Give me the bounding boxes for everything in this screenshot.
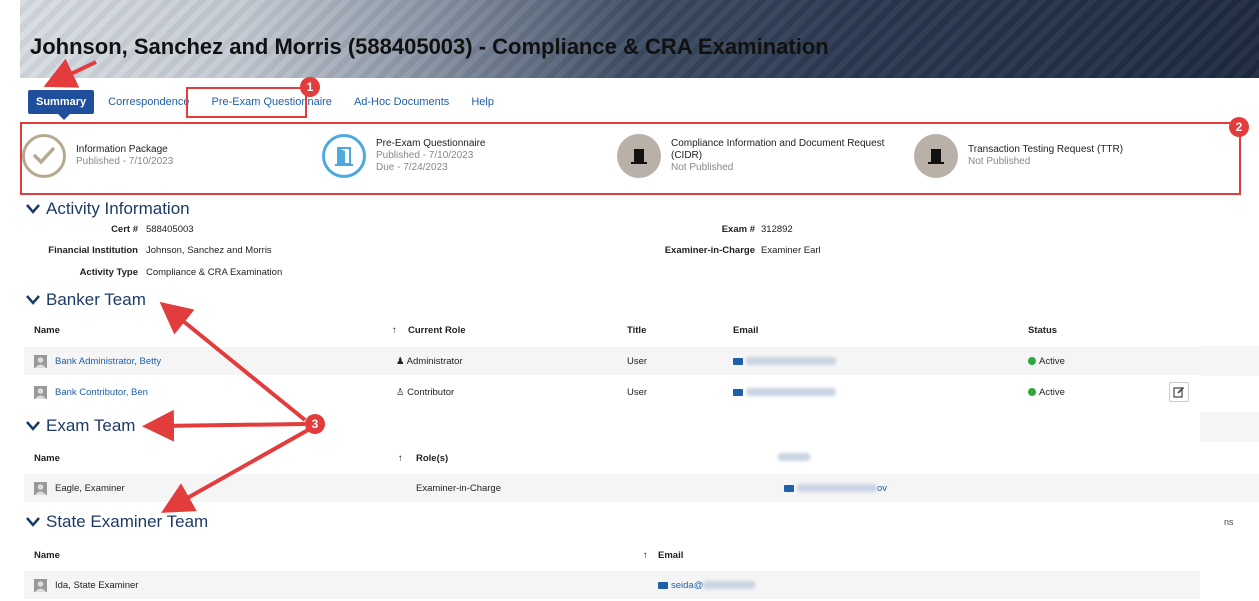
member-name: Ida, State Examiner bbox=[55, 580, 139, 591]
sort-asc-icon[interactable]: ↑ bbox=[392, 325, 397, 336]
section-title: Banker Team bbox=[46, 290, 146, 309]
status-badge: Active bbox=[1028, 356, 1065, 367]
activity-info-heading[interactable]: Activity Information bbox=[26, 199, 190, 219]
redacted-email bbox=[703, 581, 756, 590]
redacted-email bbox=[797, 484, 877, 493]
title-cell: User bbox=[627, 356, 648, 367]
envelope-icon bbox=[784, 484, 794, 492]
banker-team-heading[interactable]: Banker Team bbox=[26, 290, 146, 310]
arrow-to-exam-team bbox=[142, 409, 306, 442]
envelope-icon bbox=[733, 357, 743, 365]
active-dot-icon bbox=[1028, 388, 1036, 397]
column-header-title[interactable]: Title bbox=[627, 325, 646, 336]
column-header-status[interactable]: Status bbox=[1028, 325, 1057, 336]
table-row: Bank Administrator, Betty ♟ Administrato… bbox=[24, 347, 1200, 375]
role-cell: ♙ Contributor bbox=[396, 387, 454, 398]
status-badge: Active bbox=[1028, 387, 1065, 398]
active-dot-icon bbox=[1028, 357, 1036, 366]
sort-asc-icon[interactable]: ↑ bbox=[643, 550, 648, 561]
sort-asc-icon[interactable]: ↑ bbox=[398, 453, 403, 464]
column-header-name[interactable]: Name bbox=[34, 325, 60, 336]
clipped-row-background bbox=[1200, 346, 1259, 376]
tab-ad-hoc-documents[interactable]: Ad-Hoc Documents bbox=[346, 90, 457, 114]
table-row: Eagle, Examiner Examiner-in-Charge ov bbox=[24, 474, 1200, 502]
cert-value: 588405003 bbox=[146, 224, 194, 235]
envelope-icon bbox=[733, 388, 743, 396]
annotation-box-steps bbox=[20, 122, 1241, 195]
email-tail: ov bbox=[877, 483, 888, 494]
avatar-icon bbox=[34, 386, 47, 399]
edit-icon bbox=[1173, 386, 1185, 398]
role-cell: ♟ Administrator bbox=[396, 356, 463, 367]
member-name: Eagle, Examiner bbox=[55, 483, 125, 494]
redacted-header bbox=[778, 453, 810, 461]
table-row: Bank Contributor, Ben ♙ Contributor User… bbox=[24, 378, 1200, 406]
user-outline-icon: ♙ bbox=[396, 387, 405, 398]
page-header: Johnson, Sanchez and Morris (588405003) … bbox=[20, 0, 1259, 78]
email-cell[interactable] bbox=[733, 356, 836, 367]
annotation-badge-2: 2 bbox=[1229, 117, 1249, 137]
column-header-email[interactable]: Email bbox=[658, 550, 683, 561]
tab-correspondence[interactable]: Correspondence bbox=[100, 90, 197, 114]
user-admin-icon: ♟ bbox=[396, 356, 405, 367]
avatar-icon bbox=[34, 482, 47, 495]
clipped-row-background bbox=[1200, 474, 1259, 502]
envelope-icon bbox=[658, 581, 668, 589]
fi-label: Financial Institution bbox=[48, 245, 138, 256]
tab-help[interactable]: Help bbox=[463, 90, 502, 114]
status-text: Active bbox=[1039, 387, 1065, 398]
page-title: Johnson, Sanchez and Morris (588405003) … bbox=[30, 34, 829, 59]
annotation-badge-1: 1 bbox=[300, 77, 320, 97]
chevron-down-icon bbox=[26, 512, 42, 532]
edit-button[interactable] bbox=[1169, 382, 1189, 402]
annotation-box-tab bbox=[186, 87, 307, 118]
avatar-icon bbox=[34, 355, 47, 368]
state-team-heading[interactable]: State Examiner Team bbox=[26, 512, 208, 532]
member-name-link[interactable]: Bank Contributor, Ben bbox=[55, 387, 148, 398]
section-title: Activity Information bbox=[46, 199, 190, 218]
chevron-down-icon bbox=[26, 199, 42, 219]
active-tab-indicator bbox=[58, 114, 70, 120]
clipped-row-background bbox=[1200, 412, 1259, 442]
redacted-email bbox=[746, 357, 836, 366]
table-row: Ida, State Examiner seida@ bbox=[24, 571, 1200, 599]
column-header-name[interactable]: Name bbox=[34, 453, 60, 464]
activity-type-label: Activity Type bbox=[79, 267, 138, 278]
exam-team-heading[interactable]: Exam Team bbox=[26, 416, 135, 436]
fi-value: Johnson, Sanchez and Morris bbox=[146, 245, 272, 256]
annotation-badge-3: 3 bbox=[305, 414, 325, 434]
exam-value: 312892 bbox=[761, 224, 793, 235]
activity-type-value: Compliance & CRA Examination bbox=[146, 267, 283, 278]
column-header-role[interactable]: Current Role bbox=[408, 325, 466, 336]
status-text: Active bbox=[1039, 356, 1065, 367]
section-title: Exam Team bbox=[46, 416, 136, 435]
eic-value: Examiner Earl bbox=[761, 245, 821, 256]
member-name-link[interactable]: Bank Administrator, Betty bbox=[55, 356, 161, 367]
email-cell[interactable]: seida@ bbox=[658, 580, 756, 591]
eic-label: Examiner-in-Charge bbox=[664, 245, 755, 256]
chevron-down-icon bbox=[26, 416, 42, 436]
role-text: Contributor bbox=[407, 387, 455, 398]
column-header-roles[interactable]: Role(s) bbox=[416, 453, 448, 464]
avatar-icon bbox=[34, 579, 47, 592]
role-cell: Examiner-in-Charge bbox=[416, 483, 502, 494]
chevron-down-icon bbox=[26, 290, 42, 310]
column-header-email[interactable]: Email bbox=[733, 325, 758, 336]
exam-label: Exam # bbox=[721, 224, 755, 235]
role-text: Administrator bbox=[406, 356, 463, 367]
section-title: State Examiner Team bbox=[46, 512, 209, 531]
title-cell: User bbox=[627, 387, 648, 398]
column-header-name[interactable]: Name bbox=[34, 550, 60, 561]
email-cell[interactable] bbox=[733, 387, 836, 398]
email-cell[interactable]: ov bbox=[784, 483, 887, 494]
email-prefix: seida@ bbox=[671, 580, 704, 591]
redacted-email bbox=[746, 388, 836, 397]
tab-summary[interactable]: Summary bbox=[28, 90, 95, 114]
clipped-text: ns bbox=[1224, 517, 1234, 527]
cert-label: Cert # bbox=[111, 224, 138, 235]
